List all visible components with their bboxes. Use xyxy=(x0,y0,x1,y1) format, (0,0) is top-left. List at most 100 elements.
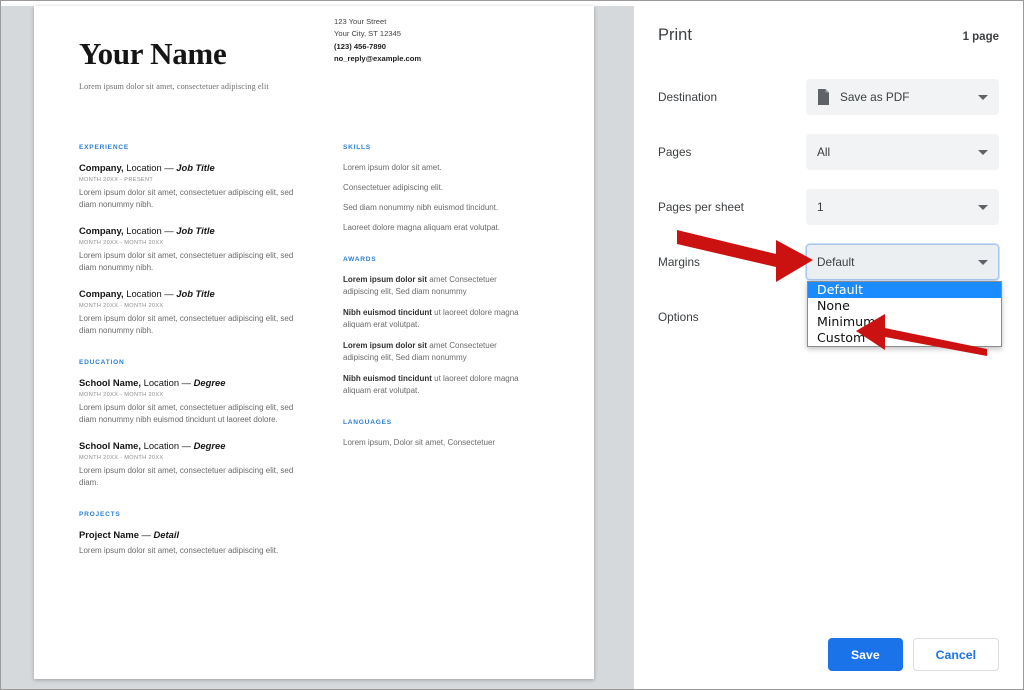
entry-title: Company, Location — Job Title xyxy=(79,225,311,237)
margins-select[interactable]: Default Default None Minimum Custom xyxy=(806,244,1002,347)
entry-project-detail: Detail xyxy=(153,529,180,541)
pages-row: Pages All xyxy=(658,134,999,170)
entry-dash: — xyxy=(141,529,151,541)
award-item: Nibh euismod tincidunt ut laoreet dolore… xyxy=(343,307,533,331)
margins-label: Margins xyxy=(658,255,700,269)
resume-contact-block: 123 Your Street Your City, ST 12345 (123… xyxy=(334,16,514,65)
experience-heading: EXPERIENCE xyxy=(79,144,130,151)
contact-phone: (123) 456-7890 xyxy=(334,41,386,51)
entry-dash: — xyxy=(181,377,192,389)
margins-option-none[interactable]: None xyxy=(808,298,1001,314)
print-dialog-panel: Print 1 page Destination Save as PDF Pag… xyxy=(634,6,1023,689)
pages-per-sheet-value: 1 xyxy=(817,200,824,214)
resume-tagline: Lorem ipsum dolor sit amet, consectetuer… xyxy=(79,81,269,91)
entry-date: MONTH 20XX - PRESENT xyxy=(79,176,154,183)
award-title: Nibh euismod tincidunt xyxy=(343,308,432,317)
entry-job-title: Job Title xyxy=(176,288,215,300)
contact-city: Your City, ST 12345 xyxy=(334,29,401,39)
language-item: Lorem ipsum, Dolor sit amet, Consectetue… xyxy=(343,438,496,447)
print-preview-area: Your Name Lorem ipsum dolor sit amet, co… xyxy=(1,6,634,689)
dialog-footer: Save Cancel xyxy=(827,638,999,671)
entry-description: Lorem ipsum dolor sit amet, consectetuer… xyxy=(79,466,294,488)
resume-left-column: EXPERIENCE Company, Location — Job Title… xyxy=(79,144,311,557)
print-preview-window: Your Name Lorem ipsum dolor sit amet, co… xyxy=(0,0,1024,690)
entry-description: Lorem ipsum dolor sit amet, consectetuer… xyxy=(79,187,294,209)
education-heading: EDUCATION xyxy=(79,359,125,367)
pages-per-sheet-select[interactable]: 1 xyxy=(806,189,999,225)
destination-select[interactable]: Save as PDF xyxy=(806,79,999,115)
save-button[interactable]: Save xyxy=(827,638,903,671)
entry-description: Lorem ipsum dolor sit amet, consectetuer… xyxy=(79,546,279,556)
award-item: Lorem ipsum dolor sit amet Consectetuer … xyxy=(343,274,533,298)
skills-section: SKILLS Lorem ipsum dolor sit amet. Conse… xyxy=(343,144,533,234)
destination-row: Destination Save as PDF xyxy=(658,79,999,115)
entry-title: Company, Location — Job Title xyxy=(79,288,311,300)
page-title: Print xyxy=(658,26,692,44)
margins-option-custom[interactable]: Custom xyxy=(808,330,1001,346)
entry-dash: — xyxy=(164,288,174,300)
experience-entry: Company, Location — Job Title MONTH 20XX… xyxy=(79,225,311,274)
award-title: Lorem ipsum dolor sit xyxy=(343,275,428,284)
entry-date: MONTH 20XX - MONTH 20XX xyxy=(79,302,164,309)
skill-item: Laoreet dolore magna aliquam erat volutp… xyxy=(343,223,500,232)
award-title: Nibh euismod tincidunt xyxy=(343,374,432,383)
margins-row: Margins Default Default None Minimum Cus… xyxy=(658,244,1002,347)
entry-title: Company, Location — Job Title xyxy=(79,162,311,174)
pages-label: Pages xyxy=(658,145,692,159)
pages-per-sheet-label: Pages per sheet xyxy=(658,200,744,214)
projects-section: PROJECTS Project Name — Detail Lorem ips… xyxy=(79,511,311,557)
project-entry: Project Name — Detail Lorem ipsum dolor … xyxy=(79,529,311,557)
entry-job-title: Job Title xyxy=(176,225,215,237)
contact-street: 123 Your Street xyxy=(334,17,387,26)
margins-dropdown-list: Default None Minimum Custom xyxy=(807,281,1002,347)
skill-item: Lorem ipsum dolor sit amet. xyxy=(343,163,442,172)
chevron-down-icon xyxy=(978,94,988,100)
entry-date: MONTH 20XX - MONTH 20XX xyxy=(79,391,164,398)
options-label: Options xyxy=(658,310,699,324)
award-title: Lorem ipsum dolor sit xyxy=(343,341,428,350)
chevron-down-icon xyxy=(978,149,988,155)
page-count-label: 1 page xyxy=(962,31,999,43)
preview-page: Your Name Lorem ipsum dolor sit amet, co… xyxy=(34,6,594,679)
education-entry: School Name, Location — Degree MONTH 20X… xyxy=(79,377,311,426)
pages-value: All xyxy=(817,145,831,159)
margins-option-minimum[interactable]: Minimum xyxy=(808,314,1001,330)
experience-entry: Company, Location — Job Title MONTH 20XX… xyxy=(79,288,311,337)
print-dialog-header: Print 1 page xyxy=(658,26,999,45)
document-icon xyxy=(818,89,829,105)
entry-date: MONTH 20XX - MONTH 20XX xyxy=(79,239,164,246)
experience-entry: Company, Location — Job Title MONTH 20XX… xyxy=(79,162,311,211)
destination-value: Save as PDF xyxy=(840,90,910,104)
entry-dash: — xyxy=(164,162,174,173)
experience-section: EXPERIENCE Company, Location — Job Title… xyxy=(79,144,311,337)
entry-location: Location xyxy=(143,440,180,452)
entry-location: Location xyxy=(143,377,180,389)
chevron-down-icon xyxy=(978,259,988,265)
education-entry: School Name, Location — Degree MONTH 20X… xyxy=(79,440,311,489)
projects-heading: PROJECTS xyxy=(79,511,121,519)
entry-location: Location xyxy=(126,162,162,173)
languages-section: LANGUAGES Lorem ipsum, Dolor sit amet, C… xyxy=(343,419,533,449)
margins-value: Default xyxy=(817,255,855,269)
entry-degree: Degree xyxy=(193,377,226,389)
margins-option-default[interactable]: Default xyxy=(808,282,1001,298)
resume-columns: EXPERIENCE Company, Location — Job Title… xyxy=(79,144,569,557)
skill-item: Sed diam nonummy nibh euismod tincidunt. xyxy=(343,203,499,212)
entry-description: Lorem ipsum dolor sit amet, consectetuer… xyxy=(79,250,294,272)
pages-select[interactable]: All xyxy=(806,134,999,170)
education-section: EDUCATION School Name, Location — Degree… xyxy=(79,359,311,489)
skill-item: Consectetuer adipiscing elit. xyxy=(343,183,444,192)
skills-heading: SKILLS xyxy=(343,144,371,151)
entry-company: Company, xyxy=(79,225,124,237)
entry-description: Lorem ipsum dolor sit amet, consectetuer… xyxy=(79,313,294,336)
cancel-button[interactable]: Cancel xyxy=(912,638,999,671)
destination-label: Destination xyxy=(658,90,718,104)
entry-date: MONTH 20XX - MONTH 20XX xyxy=(79,455,164,461)
entry-company: Company, xyxy=(79,288,124,300)
languages-heading: LANGUAGES xyxy=(343,419,392,426)
entry-degree: Degree xyxy=(193,440,226,452)
entry-school: School Name, xyxy=(79,377,141,389)
awards-section: AWARDS Lorem ipsum dolor sit amet Consec… xyxy=(343,256,533,397)
entry-dash: — xyxy=(164,225,174,237)
contact-email: no_reply@example.com xyxy=(334,53,422,63)
